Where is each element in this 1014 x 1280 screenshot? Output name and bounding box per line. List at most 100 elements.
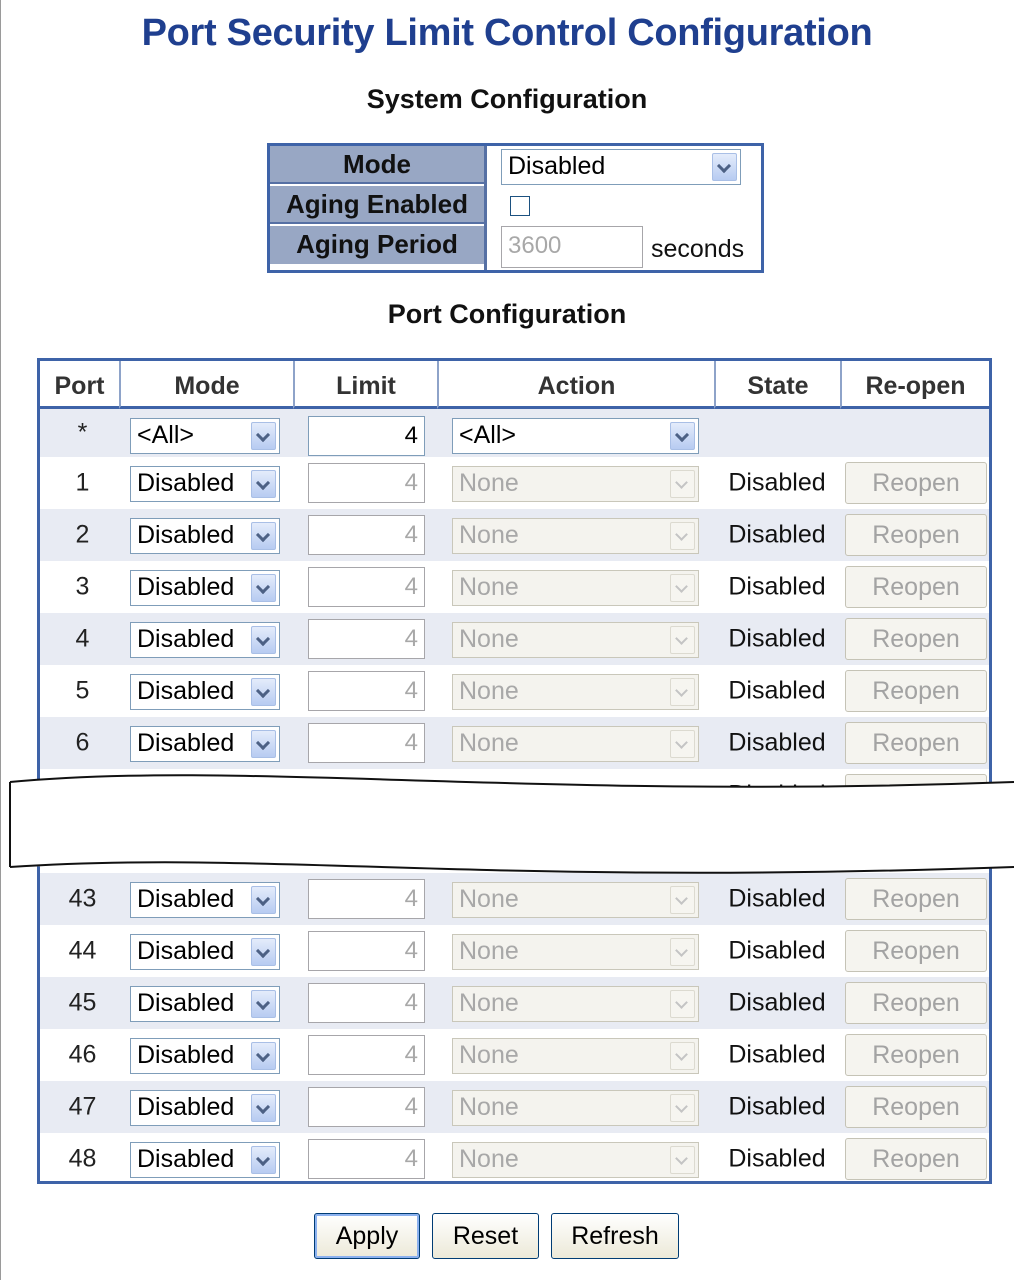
mode-select[interactable]: Disabled [130, 986, 280, 1022]
chevron-down-icon [670, 522, 695, 550]
mode-select[interactable]: Disabled [130, 674, 280, 710]
action-select-value: None [459, 572, 519, 601]
port-state: Disabled [728, 468, 826, 497]
mode-select[interactable]: Disabled [130, 1090, 280, 1126]
action-select-all-value: <All> [459, 420, 516, 449]
action-select-value: None [459, 1092, 519, 1121]
limit-input[interactable]: 4 [308, 1139, 425, 1179]
column-header-limit: Limit [293, 361, 437, 409]
chevron-down-icon [251, 470, 276, 498]
mode-select[interactable]: Disabled [130, 622, 280, 658]
mode-select-all-value: <All> [137, 420, 194, 449]
limit-input[interactable]: 4 [308, 1087, 425, 1127]
reopen-button[interactable]: Reopen [845, 566, 987, 608]
limit-input[interactable]: 4 [308, 515, 425, 555]
system-config-table: Mode Disabled Aging Enabled Aging Period… [267, 143, 764, 273]
reopen-button[interactable]: Reopen [845, 1034, 987, 1076]
action-select[interactable]: None [452, 934, 699, 970]
port-number: 44 [68, 936, 97, 965]
port-number: 5 [75, 676, 90, 705]
table-row: 2 Disabled 4 None Disabled Reopen [40, 509, 989, 561]
limit-input[interactable]: 4 [308, 1035, 425, 1075]
action-select[interactable]: None [452, 518, 699, 554]
reopen-button[interactable]: Reopen [845, 1086, 987, 1128]
port-state: Disabled [728, 728, 826, 757]
port-state: Disabled [728, 1144, 826, 1173]
reopen-button[interactable]: Reopen [845, 462, 987, 504]
reopen-button[interactable]: Reopen [845, 1138, 987, 1180]
action-select-all[interactable]: <All> [452, 418, 699, 454]
chevron-down-icon [251, 730, 276, 758]
limit-input[interactable]: 4 [308, 931, 425, 971]
reopen-button[interactable]: Reopen [845, 618, 987, 660]
mode-select[interactable]: Disabled [130, 466, 280, 502]
system-config-heading: System Configuration [366, 84, 648, 114]
action-select[interactable]: None [452, 1038, 699, 1074]
limit-input[interactable]: 4 [308, 723, 425, 763]
table-row: 6 Disabled 4 None Disabled Reopen [40, 717, 989, 769]
table-row: 46 Disabled 4 None Disabled Reopen [40, 1029, 989, 1081]
chevron-down-icon [251, 1146, 276, 1174]
action-select-value: None [459, 520, 519, 549]
system-mode-value: Disabled [508, 151, 606, 180]
aging-enabled-checkbox[interactable] [510, 196, 530, 216]
limit-input[interactable]: 4 [308, 671, 425, 711]
reopen-button[interactable]: Reopen [845, 514, 987, 556]
mode-select[interactable]: Disabled [130, 518, 280, 554]
limit-input[interactable]: 4 [308, 619, 425, 659]
reopen-button[interactable]: Reopen [845, 930, 987, 972]
aging-period-input[interactable]: 3600 [501, 226, 643, 268]
mode-select[interactable]: Disabled [130, 726, 280, 762]
port-number: 6 [75, 728, 90, 757]
action-select-value: None [459, 988, 519, 1017]
action-select-value: None [459, 676, 519, 705]
reopen-button[interactable]: Reopen [845, 670, 987, 712]
action-select[interactable]: None [452, 1090, 699, 1126]
port-state: Disabled [728, 1092, 826, 1121]
chevron-down-icon [251, 938, 276, 966]
table-row: 4 Disabled 4 None Disabled Reopen [40, 613, 989, 665]
mode-label: Mode [270, 146, 484, 184]
mode-select-all[interactable]: <All> [130, 418, 280, 454]
chevron-down-icon [251, 678, 276, 706]
action-select[interactable]: None [452, 674, 699, 710]
aging-period-label: Aging Period [270, 226, 484, 264]
port-state: Disabled [728, 936, 826, 965]
apply-button[interactable]: Apply [314, 1213, 420, 1259]
reset-button[interactable]: Reset [432, 1213, 539, 1259]
system-mode-select[interactable]: Disabled [501, 149, 741, 185]
mode-select-value: Disabled [137, 1144, 235, 1173]
column-header-port: Port [40, 361, 119, 409]
port-number: 45 [68, 988, 97, 1017]
reopen-button[interactable]: Reopen [845, 722, 987, 764]
action-select[interactable]: None [452, 726, 699, 762]
action-select-value: None [459, 728, 519, 757]
reopen-button[interactable]: Reopen [845, 982, 987, 1024]
limit-input[interactable]: 4 [308, 463, 425, 503]
action-select[interactable]: None [452, 570, 699, 606]
action-select[interactable]: None [452, 466, 699, 502]
action-select[interactable]: None [452, 1142, 699, 1178]
action-select[interactable]: None [452, 986, 699, 1022]
mode-select[interactable]: Disabled [130, 934, 280, 970]
refresh-button[interactable]: Refresh [551, 1213, 679, 1259]
table-row: 5 Disabled 4 None Disabled Reopen [40, 665, 989, 717]
action-select[interactable]: None [452, 622, 699, 658]
port-state: Disabled [728, 988, 826, 1017]
limit-input-all[interactable]: 4 [308, 416, 425, 456]
mode-select[interactable]: Disabled [130, 570, 280, 606]
table-row: 48 Disabled 4 None Disabled Reopen [40, 1133, 989, 1181]
chevron-down-icon [670, 990, 695, 1018]
mode-select[interactable]: Disabled [130, 1142, 280, 1178]
mode-select-value: Disabled [137, 988, 235, 1017]
chevron-down-icon [251, 990, 276, 1018]
mode-select[interactable]: Disabled [130, 1038, 280, 1074]
limit-input[interactable]: 4 [308, 983, 425, 1023]
limit-input[interactable]: 4 [308, 567, 425, 607]
action-select-value: None [459, 624, 519, 653]
chevron-down-icon [670, 678, 695, 706]
action-select-value: None [459, 1144, 519, 1173]
mode-select-value: Disabled [137, 676, 235, 705]
mode-select-value: Disabled [137, 520, 235, 549]
mode-select-value: Disabled [137, 1092, 235, 1121]
